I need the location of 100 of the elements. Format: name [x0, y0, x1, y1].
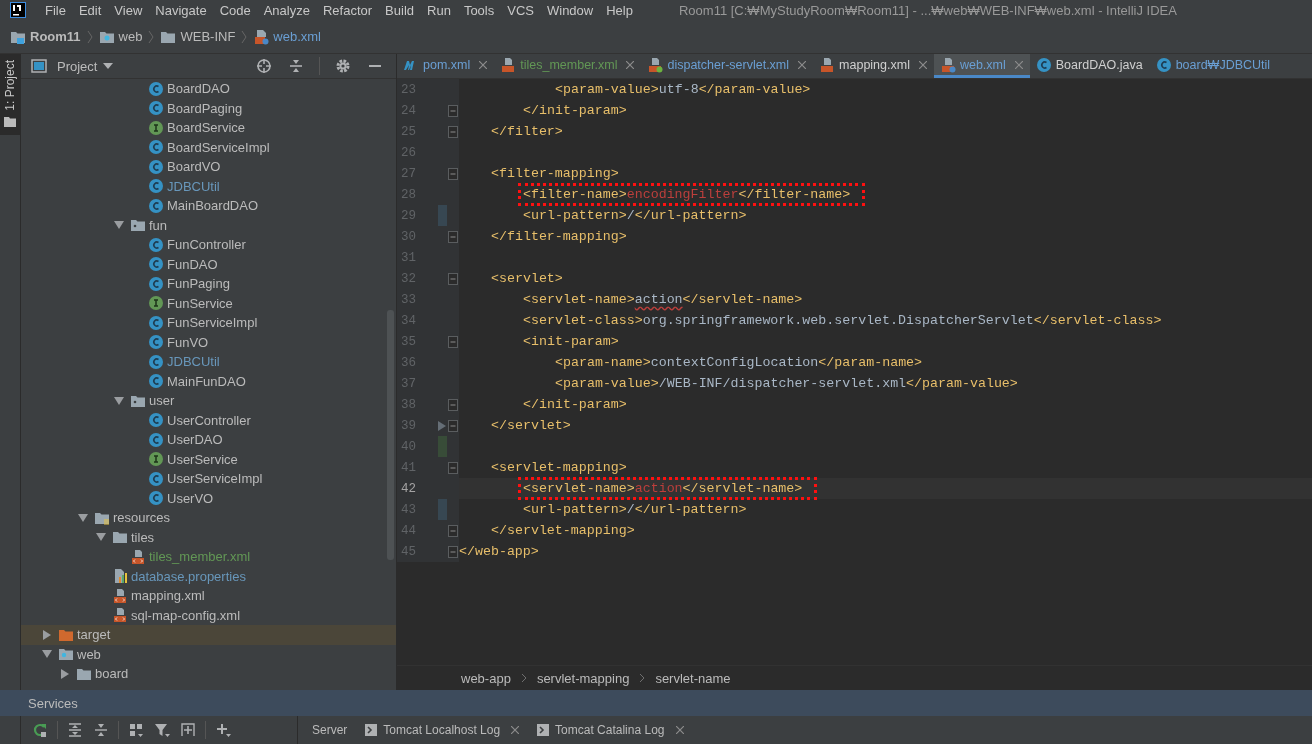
- tree-item[interactable]: web: [21, 644, 396, 664]
- editor-tab[interactable]: dispatcher-servlet.xml: [641, 54, 814, 78]
- breadcrumb-item[interactable]: web.xml: [251, 28, 323, 45]
- console-tab[interactable]: Tomcat Catalina Log: [531, 723, 696, 737]
- fold-icon[interactable]: [448, 104, 459, 117]
- close-icon[interactable]: [626, 60, 635, 69]
- tree-item[interactable]: BoardService: [21, 118, 396, 138]
- tree-item[interactable]: BoardVO: [21, 157, 396, 177]
- collapse-all-icon[interactable]: [93, 722, 109, 738]
- menu-item[interactable]: Code: [212, 2, 257, 18]
- tree-item[interactable]: FunVO: [21, 332, 396, 352]
- expanded-arrow-icon[interactable]: [96, 532, 106, 543]
- menu-item[interactable]: Build: [378, 2, 420, 18]
- fold-icon[interactable]: [448, 545, 459, 558]
- close-icon[interactable]: [1014, 60, 1023, 69]
- project-tool-button[interactable]: 1: Project: [0, 54, 20, 135]
- add-icon[interactable]: [215, 722, 231, 738]
- tree-item[interactable]: database.properties: [21, 566, 396, 586]
- menu-item[interactable]: Navigate: [148, 2, 213, 18]
- close-icon[interactable]: [511, 726, 520, 734]
- tree-item[interactable]: BoardDAO: [21, 79, 396, 99]
- tree-item[interactable]: JDBCUtil: [21, 176, 396, 196]
- expanded-arrow-icon[interactable]: [114, 395, 124, 406]
- crosshair-icon[interactable]: [256, 58, 272, 74]
- tree-item[interactable]: UserVO: [21, 488, 396, 508]
- panel-title[interactable]: Project: [57, 58, 98, 74]
- menu-item[interactable]: Edit: [71, 2, 108, 18]
- fold-icon[interactable]: [448, 125, 459, 138]
- tree-item[interactable]: BoardServiceImpl: [21, 137, 396, 157]
- menu-item[interactable]: Run: [420, 2, 457, 18]
- collapse-all-icon[interactable]: [288, 58, 304, 74]
- tree-item[interactable]: fun: [21, 215, 396, 235]
- menu-item[interactable]: File: [38, 2, 72, 18]
- change-marker[interactable]: [438, 436, 448, 457]
- tree-item[interactable]: FunDAO: [21, 254, 396, 274]
- tree-item[interactable]: FunServiceImpl: [21, 313, 396, 333]
- editor-tab[interactable]: tiles_member.xml: [494, 54, 642, 78]
- menu-item[interactable]: Window: [539, 2, 600, 18]
- menu-item[interactable]: View: [107, 2, 149, 18]
- fold-icon[interactable]: [448, 461, 459, 474]
- tree-item[interactable]: UserServiceImpl: [21, 469, 396, 489]
- fold-icon[interactable]: [448, 272, 459, 285]
- fold-icon[interactable]: [448, 335, 459, 348]
- tree-item[interactable]: UserService: [21, 449, 396, 469]
- breadcrumb-item[interactable]: web-app: [461, 670, 511, 686]
- breadcrumb-item[interactable]: servlet-mapping: [536, 670, 630, 686]
- tree-item[interactable]: mapping.xml: [21, 586, 396, 606]
- new-frame-icon[interactable]: [180, 722, 196, 738]
- editor-tab[interactable]: pom.xml: [397, 54, 495, 78]
- tree-item[interactable]: FunService: [21, 293, 396, 313]
- breadcrumb-item[interactable]: web: [96, 28, 145, 45]
- group-icon[interactable]: [128, 722, 144, 738]
- tree-item[interactable]: UserDAO: [21, 430, 396, 450]
- menu-item[interactable]: VCS: [500, 2, 540, 18]
- fold-icon[interactable]: [448, 167, 459, 180]
- editor-tab[interactable]: mapping.xml: [813, 54, 934, 78]
- change-marker[interactable]: [438, 499, 448, 520]
- tree-item[interactable]: UserController: [21, 410, 396, 430]
- tree-item[interactable]: tiles: [21, 527, 396, 547]
- dropdown-caret-icon[interactable]: [103, 63, 114, 69]
- fold-icon[interactable]: [448, 230, 459, 243]
- change-marker[interactable]: [438, 205, 448, 226]
- expand-all-icon[interactable]: [67, 722, 83, 738]
- tree-item[interactable]: tiles_member.xml: [21, 547, 396, 567]
- settings-icon[interactable]: [335, 58, 351, 74]
- tree-item[interactable]: sql-map-config.xml: [21, 605, 396, 625]
- breadcrumb-item[interactable]: servlet-name: [655, 670, 731, 686]
- close-icon[interactable]: [675, 726, 684, 734]
- filter-icon[interactable]: [154, 722, 170, 738]
- tree-item[interactable]: resources: [21, 508, 396, 528]
- collapsed-arrow-icon[interactable]: [42, 629, 52, 640]
- menu-item[interactable]: Tools: [456, 2, 501, 18]
- editor-tab[interactable]: BoardDAO.java: [1029, 54, 1150, 78]
- tree-item[interactable]: BoardPaging: [21, 98, 396, 118]
- close-icon[interactable]: [918, 60, 927, 69]
- close-icon[interactable]: [798, 60, 807, 69]
- breadcrumb-item[interactable]: WEB-INF: [158, 28, 238, 45]
- tree-item[interactable]: user: [21, 391, 396, 411]
- expanded-arrow-icon[interactable]: [42, 649, 52, 660]
- deleted-lines-marker-icon[interactable]: [438, 420, 447, 431]
- fold-icon[interactable]: [448, 524, 459, 537]
- console-tab[interactable]: Server: [306, 723, 360, 737]
- breadcrumb-item[interactable]: Room11: [8, 28, 83, 45]
- fold-icon[interactable]: [448, 419, 459, 432]
- tree-item[interactable]: target: [21, 625, 396, 645]
- tree-item[interactable]: board: [21, 664, 396, 684]
- tree-item[interactable]: MainBoardDAO: [21, 196, 396, 216]
- tree-item[interactable]: FunPaging: [21, 274, 396, 294]
- tree-item[interactable]: JDBCUtil: [21, 352, 396, 372]
- menu-item[interactable]: Refactor: [315, 2, 379, 18]
- menu-item[interactable]: Analyze: [256, 2, 316, 18]
- expanded-arrow-icon[interactable]: [114, 220, 124, 231]
- fold-icon[interactable]: [448, 398, 459, 411]
- editor-tab[interactable]: board₩JDBCUtil: [1149, 54, 1278, 78]
- expanded-arrow-icon[interactable]: [78, 512, 88, 523]
- menu-item[interactable]: Help: [599, 2, 639, 18]
- tree-item[interactable]: MainFunDAO: [21, 371, 396, 391]
- editor-tab[interactable]: web.xml: [933, 54, 1030, 78]
- collapsed-arrow-icon[interactable]: [60, 668, 70, 679]
- rerun-icon[interactable]: [32, 722, 48, 738]
